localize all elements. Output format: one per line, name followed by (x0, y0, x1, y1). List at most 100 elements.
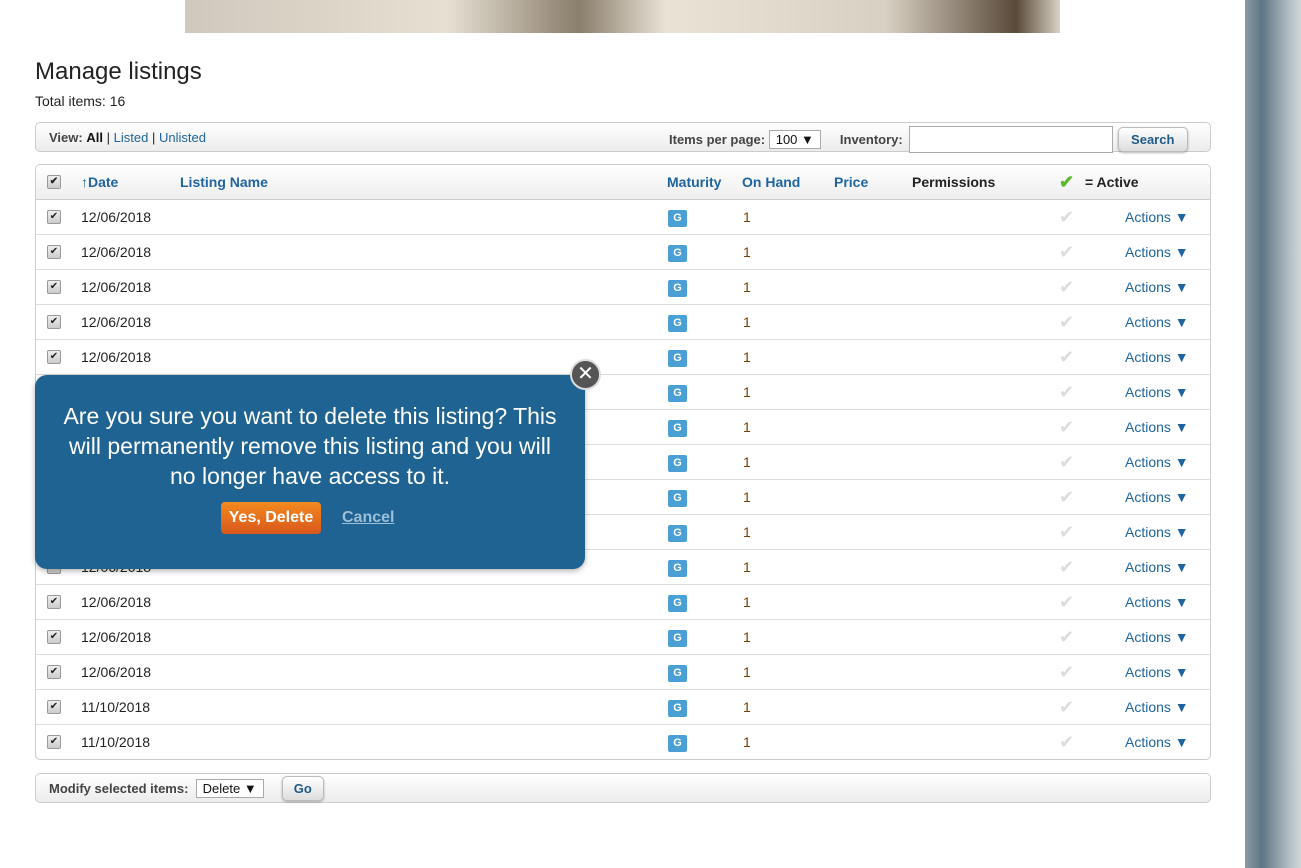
actions-dropdown[interactable]: Actions ▼ (1125, 235, 1189, 269)
maturity-header[interactable]: Maturity (667, 165, 721, 199)
inactive-check-icon[interactable]: ✔ (1059, 270, 1074, 304)
select-all-checkbox[interactable]: ✔ (47, 175, 61, 189)
separator: | (151, 129, 156, 145)
actions-dropdown[interactable]: Actions ▼ (1125, 200, 1189, 234)
go-button[interactable]: Go (281, 775, 324, 801)
maturity-cell: G (668, 480, 687, 514)
inactive-check-icon[interactable]: ✔ (1059, 235, 1074, 269)
inactive-check-icon[interactable]: ✔ (1059, 550, 1074, 584)
row-date: 12/06/2018 (81, 279, 152, 295)
actions-dropdown[interactable]: Actions ▼ (1125, 305, 1189, 339)
actions-dropdown[interactable]: Actions ▼ (1125, 655, 1189, 689)
row-date: 12/06/2018 (81, 664, 152, 680)
row-checkbox[interactable]: ✔ (47, 630, 61, 644)
permissions-header: Permissions (912, 174, 996, 190)
delete-confirm-message: Are you sure you want to delete this lis… (63, 403, 557, 489)
row-date: 11/10/2018 (81, 699, 151, 715)
actions-dropdown[interactable]: Actions ▼ (1125, 445, 1189, 479)
row-date: 12/06/2018 (81, 594, 152, 610)
row-date: 12/06/2018 (81, 349, 152, 365)
inactive-check-icon[interactable]: ✔ (1059, 480, 1074, 514)
on-hand-value: 1 (743, 559, 751, 575)
row-checkbox[interactable]: ✔ (47, 210, 61, 224)
actions-dropdown[interactable]: Actions ▼ (1125, 620, 1189, 654)
inactive-check-icon[interactable]: ✔ (1059, 690, 1074, 724)
row-date: 12/06/2018 (81, 629, 152, 645)
delete-confirm-dialog: Are you sure you want to delete this lis… (35, 375, 585, 569)
view-all[interactable]: All (86, 130, 103, 145)
maturity-badge: G (668, 524, 687, 542)
inactive-check-icon[interactable]: ✔ (1059, 725, 1074, 759)
row-checkbox[interactable]: ✔ (47, 245, 61, 259)
cancel-link[interactable]: Cancel (342, 509, 394, 527)
on-hand-value: 1 (743, 629, 751, 645)
active-header: = Active (1085, 174, 1139, 190)
table-row: ✔ 11/10/2018 G 1 ✔ Actions ▼ (36, 690, 1210, 725)
search-button[interactable]: Search (1117, 127, 1188, 152)
items-per-page-select[interactable]: 100 ▼ (768, 130, 821, 149)
on-hand-value: 1 (743, 594, 751, 610)
actions-dropdown[interactable]: Actions ▼ (1125, 270, 1189, 304)
actions-dropdown[interactable]: Actions ▼ (1125, 375, 1189, 409)
actions-dropdown[interactable]: Actions ▼ (1125, 585, 1189, 619)
on-hand-value: 1 (743, 384, 751, 400)
row-checkbox[interactable]: ✔ (47, 700, 61, 714)
maturity-cell: G (668, 410, 687, 444)
actions-dropdown[interactable]: Actions ▼ (1125, 480, 1189, 514)
inactive-check-icon[interactable]: ✔ (1059, 340, 1074, 374)
maturity-badge: G (668, 664, 687, 682)
on-hand-value: 1 (743, 244, 751, 260)
bulk-action-bar: Modify selected items: Delete ▼ Go (35, 773, 1211, 803)
row-date: 12/06/2018 (81, 314, 152, 330)
inventory-search-input[interactable] (908, 126, 1113, 153)
close-icon[interactable]: ✕ (570, 359, 601, 390)
maturity-cell: G (668, 305, 687, 339)
actions-dropdown[interactable]: Actions ▼ (1125, 550, 1189, 584)
table-row: ✔ 12/06/2018 G 1 ✔ Actions ▼ (36, 620, 1210, 655)
price-header[interactable]: Price (834, 165, 868, 199)
inactive-check-icon[interactable]: ✔ (1059, 585, 1074, 619)
actions-dropdown[interactable]: Actions ▼ (1125, 515, 1189, 549)
maturity-badge: G (668, 454, 687, 472)
page-title: Manage listings (35, 58, 202, 85)
table-row: ✔ 12/06/2018 G 1 ✔ Actions ▼ (36, 305, 1210, 340)
actions-dropdown[interactable]: Actions ▼ (1125, 725, 1189, 759)
actions-dropdown[interactable]: Actions ▼ (1125, 340, 1189, 374)
table-row: ✔ 12/06/2018 G 1 ✔ Actions ▼ (36, 235, 1210, 270)
table-row: ✔ 12/06/2018 G 1 ✔ Actions ▼ (36, 585, 1210, 620)
row-checkbox[interactable]: ✔ (47, 595, 61, 609)
inactive-check-icon[interactable]: ✔ (1059, 620, 1074, 654)
maturity-cell: G (668, 340, 687, 374)
inactive-check-icon[interactable]: ✔ (1059, 375, 1074, 409)
inactive-check-icon[interactable]: ✔ (1059, 200, 1074, 234)
yes-delete-button[interactable]: Yes, Delete (221, 502, 321, 534)
row-checkbox[interactable]: ✔ (47, 350, 61, 364)
inactive-check-icon[interactable]: ✔ (1059, 655, 1074, 689)
row-checkbox[interactable]: ✔ (47, 665, 61, 679)
separator: | (106, 129, 110, 145)
table-row: ✔ 12/06/2018 G 1 ✔ Actions ▼ (36, 270, 1210, 305)
inventory-label: Inventory: (839, 132, 903, 147)
on-hand-header[interactable]: On Hand (742, 165, 800, 199)
inactive-check-icon[interactable]: ✔ (1059, 515, 1074, 549)
sort-date-header[interactable]: ↑Date (81, 165, 118, 199)
inactive-check-icon[interactable]: ✔ (1059, 410, 1074, 444)
inactive-check-icon[interactable]: ✔ (1059, 305, 1074, 339)
maturity-badge: G (668, 594, 687, 612)
inactive-check-icon[interactable]: ✔ (1059, 445, 1074, 479)
on-hand-value: 1 (743, 419, 751, 435)
on-hand-value: 1 (743, 454, 751, 470)
listing-name-header[interactable]: Listing Name (180, 165, 268, 199)
view-unlisted-link[interactable]: Unlisted (159, 130, 206, 145)
modify-action-select[interactable]: Delete ▼ (195, 778, 264, 798)
maturity-badge: G (668, 559, 687, 577)
maturity-badge: G (668, 349, 687, 367)
actions-dropdown[interactable]: Actions ▼ (1125, 690, 1189, 724)
row-checkbox[interactable]: ✔ (47, 315, 61, 329)
maturity-badge: G (668, 209, 687, 227)
view-listed-link[interactable]: Listed (114, 130, 149, 145)
row-checkbox[interactable]: ✔ (47, 735, 61, 749)
actions-dropdown[interactable]: Actions ▼ (1125, 410, 1189, 444)
row-checkbox[interactable]: ✔ (47, 280, 61, 294)
row-date: 12/06/2018 (81, 209, 152, 225)
